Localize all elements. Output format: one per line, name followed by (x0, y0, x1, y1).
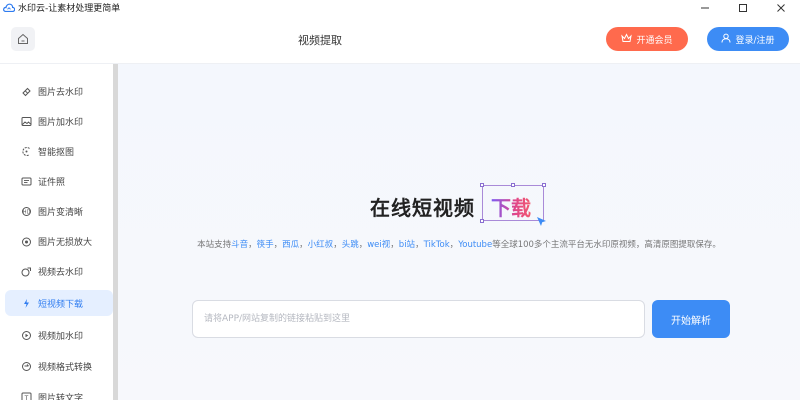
user-icon (721, 33, 731, 46)
sidebar-item-label: 图片无损放大 (38, 237, 93, 248)
maximize-button[interactable] (724, 0, 762, 14)
sidebar-item-label: 智能抠图 (38, 147, 75, 158)
download-icon (20, 297, 32, 309)
sidebar-item-video-format-convert[interactable]: 视频格式转换 (5, 353, 113, 379)
selection-handle (511, 183, 515, 187)
sidebar-item-image-enlarge[interactable]: 图片无损放大 (5, 228, 113, 254)
sidebar-item-image-remove-watermark[interactable]: 图片去水印 (5, 78, 113, 104)
sidebar-item-label: 视频加水印 (38, 331, 84, 342)
description-prefix: 本站支持 (197, 240, 232, 250)
video-url-input[interactable] (192, 300, 645, 338)
video-eraser-icon (20, 265, 32, 277)
platform-name: 斗音 (231, 240, 249, 250)
cursor-arrow-icon (536, 213, 548, 232)
sidebar-item-label: 图片去水印 (38, 87, 84, 98)
enlarge-icon (20, 235, 32, 247)
separator: ， (299, 240, 308, 250)
hero-title: 在线短视频 (370, 196, 475, 220)
close-button[interactable] (762, 0, 800, 14)
sidebar-item-image-add-watermark[interactable]: 图片加水印 (5, 108, 113, 134)
sidebar-item-label: 短视频下载 (38, 299, 84, 310)
separator: ， (415, 240, 424, 250)
separator: ， (449, 240, 459, 250)
page-title: 视频提取 (298, 34, 342, 47)
platform-name: bi站 (398, 240, 416, 250)
window-title: 水印云-让素材处理更简单 (18, 3, 121, 14)
sidebar-item-label: 图片加水印 (38, 117, 84, 128)
sidebar-item-image-to-text[interactable]: T 图片转文字 (5, 384, 113, 400)
platform-name: wei视 (367, 240, 391, 250)
convert-icon (20, 360, 32, 372)
sidebar-item-label: 视频去水印 (38, 267, 84, 278)
sidebar-item-smart-cutout[interactable]: 智能抠图 (5, 138, 113, 164)
separator: ， (358, 240, 368, 250)
sidebar: 图片去水印 图片加水印 智能抠图 证件照 HD 图片变清晰 图片无损放大 视频去… (0, 64, 118, 400)
separator: ， (333, 240, 342, 250)
sidebar-item-id-photo[interactable]: 证件照 (5, 168, 113, 194)
description-suffix: 等全球100多个主流平台无水印原视频，高清原图提取保存。 (492, 240, 721, 250)
platform-description: 本站支持斗音，筷手，西瓜，小红叔，头跳，wei视，bi站，TikTok，Yout… (118, 238, 800, 250)
platform-name: 西瓜 (282, 240, 300, 250)
vip-button[interactable]: 开通会员 (606, 27, 688, 51)
image-icon (20, 115, 32, 127)
login-button[interactable]: 登录/注册 (707, 27, 789, 51)
sidebar-item-video-remove-watermark[interactable]: 视频去水印 (5, 258, 113, 284)
minimize-button[interactable] (686, 0, 724, 14)
svg-text:HD: HD (22, 209, 30, 215)
sidebar-item-short-video-download[interactable]: 短视频下载 (5, 290, 113, 316)
sidebar-item-label: 证件照 (38, 177, 66, 188)
selection-handle (480, 183, 484, 187)
sidebar-item-label: 视频格式转换 (38, 362, 93, 373)
platform-name: 小红叔 (307, 240, 334, 250)
platform-name: 筷手 (256, 240, 274, 250)
vip-button-label: 开通会员 (636, 35, 673, 46)
sidebar-item-label: 图片变清晰 (38, 207, 84, 218)
selection-handle (542, 183, 546, 187)
main-panel: 在线短视频 下载 本站支持斗音，筷手，西瓜，小红叔，头跳，wei视，bi站，Ti… (118, 64, 800, 400)
cloud-logo-icon (3, 2, 15, 12)
sidebar-item-video-add-watermark[interactable]: 视频加水印 (5, 322, 113, 348)
platform-name: TikTok (423, 240, 450, 250)
eraser-icon (20, 85, 32, 97)
hero-accent-text: 下载 (491, 192, 531, 221)
crown-icon (621, 32, 633, 46)
sidebar-item-image-sharpen[interactable]: HD 图片变清晰 (5, 198, 113, 224)
separator: ， (248, 240, 257, 250)
sidebar-item-label: 图片转文字 (38, 393, 84, 400)
selection-handle (480, 219, 484, 223)
text-icon: T (20, 391, 32, 400)
platform-name: 头跳 (341, 240, 359, 250)
platform-name: Youtube (458, 240, 493, 250)
start-parse-button[interactable]: 开始解析 (652, 300, 730, 338)
separator: ， (390, 240, 399, 250)
hero-accent-box: 下载 (480, 183, 546, 223)
app-header: 视频提取 开通会员 登录/注册 (0, 14, 800, 64)
window-controls (686, 0, 800, 14)
id-card-icon (20, 175, 32, 187)
sharpen-icon: HD (20, 205, 32, 217)
svg-text:T: T (23, 395, 28, 400)
separator: ， (273, 240, 283, 250)
cutout-icon (20, 145, 32, 157)
login-button-label: 登录/注册 (735, 35, 775, 46)
hero-heading: 在线短视频 下载 (118, 183, 800, 226)
video-watermark-icon (20, 329, 32, 341)
title-bar: 水印云-让素材处理更简单 (0, 0, 800, 14)
